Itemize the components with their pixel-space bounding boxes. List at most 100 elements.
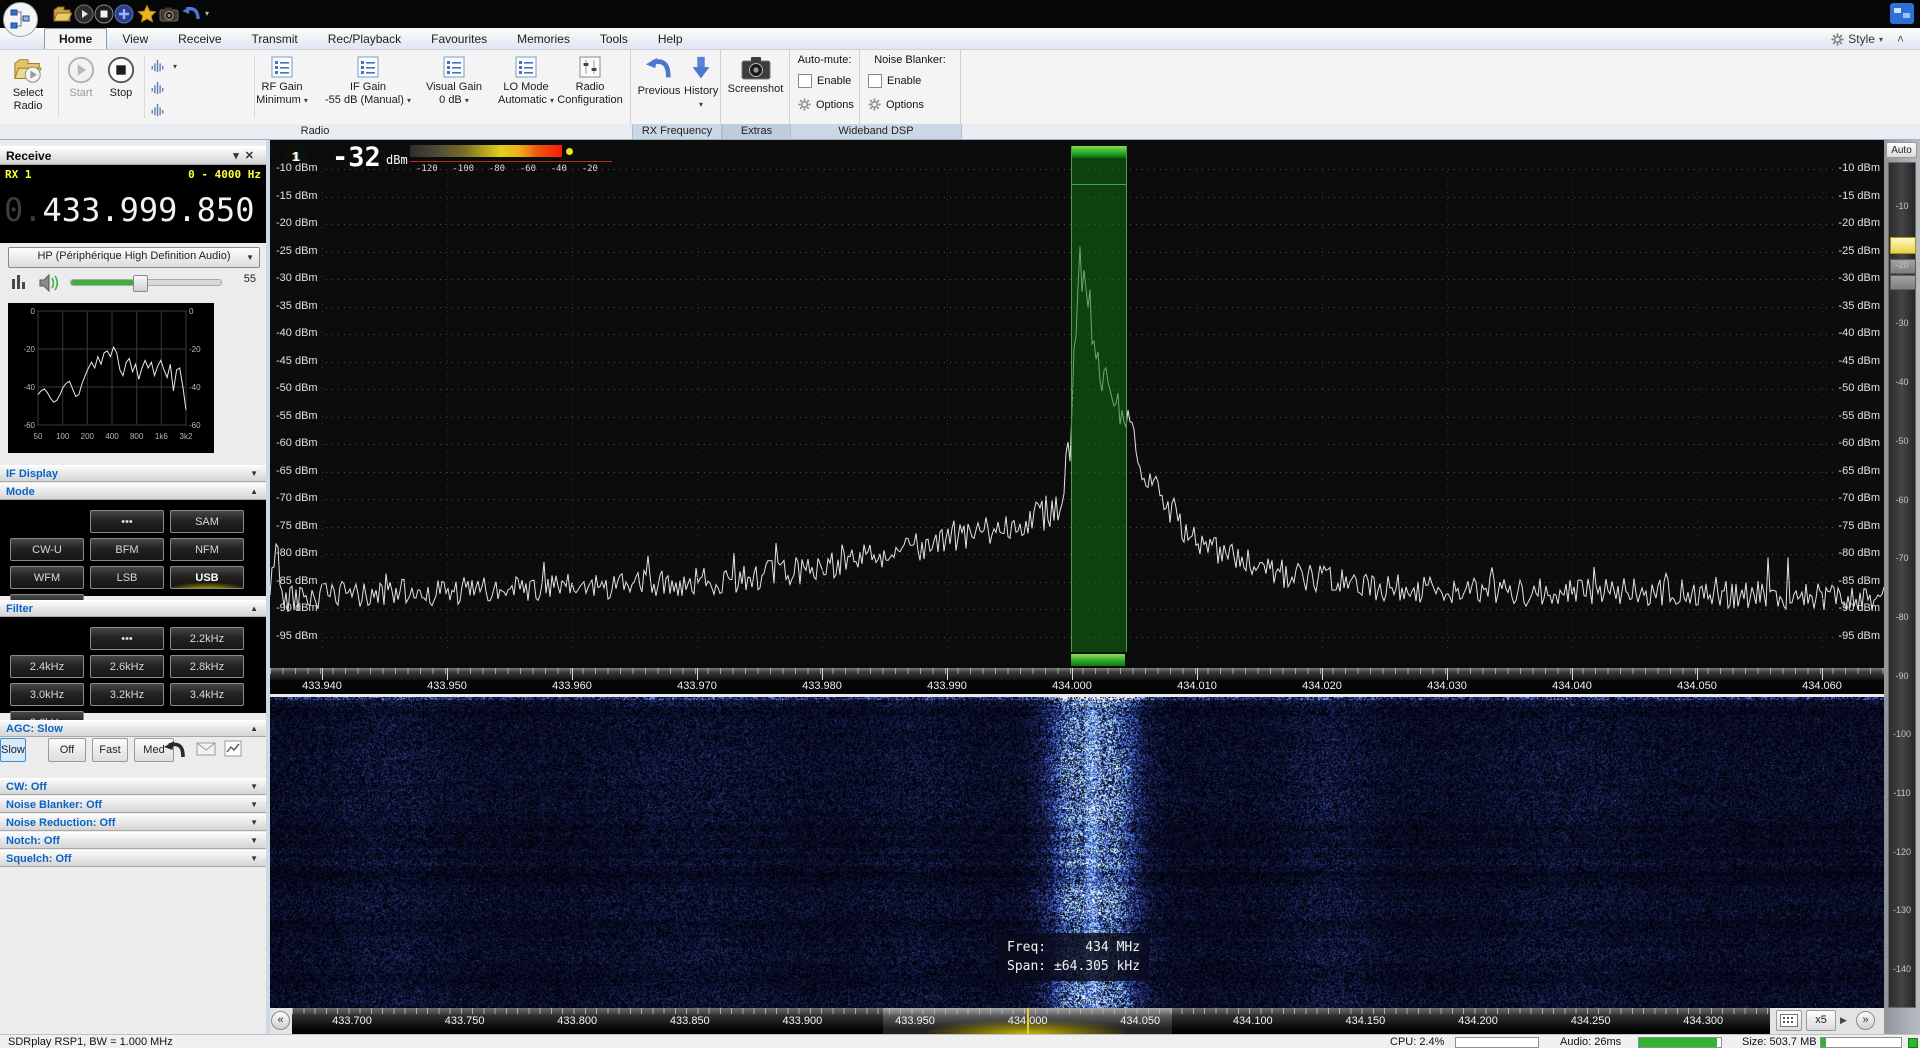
add-icon[interactable] [114, 4, 134, 24]
tuned-frequency[interactable]: 0.433.999.850 [4, 191, 254, 229]
ribbon-tab[interactable]: Tools [585, 28, 643, 49]
app-menu-button[interactable] [3, 2, 38, 37]
close-icon[interactable]: ✕ [245, 150, 260, 162]
filter-button[interactable]: 2.4kHz [10, 655, 84, 678]
filter-button[interactable]: 3.4kHz [170, 683, 244, 706]
navigation-ruler[interactable]: 433.700 433.750 433.800 433.850 433.900 433.9… [292, 1008, 1770, 1034]
ribbon-small-button[interactable] [150, 78, 169, 98]
mode-button[interactable]: USB [170, 566, 244, 589]
filter-button[interactable]: 2.8kHz [170, 655, 244, 678]
noise-blanker-options[interactable]: Options [868, 98, 924, 111]
section-header-notch[interactable]: Notch: Off ▼ [0, 832, 266, 849]
gain-dropdown-button[interactable]: LO Mode Automatic ▾ [494, 52, 558, 120]
mode-button[interactable]: NFM [170, 538, 244, 561]
auto-gain-button[interactable]: Auto [1886, 142, 1917, 158]
quick-access-more-icon[interactable]: ▾ [205, 9, 225, 29]
ribbon-tab[interactable]: Memories [502, 28, 585, 49]
waterfall-display[interactable]: Freq: 434 MHz Span: ±64.305 kHz [270, 697, 1884, 1008]
zoom-factor-button[interactable]: x5 [1806, 1010, 1836, 1031]
mode-button[interactable]: LSB [90, 566, 164, 589]
ribbon-tab[interactable]: View [107, 28, 163, 49]
play-icon[interactable] [74, 4, 94, 24]
scroll-left-button[interactable]: « [271, 1011, 290, 1030]
noise-blanker-enable[interactable]: Enable [868, 74, 921, 88]
db-axis-label-right: -65 dBm [1838, 465, 1880, 477]
ribbon-small-button[interactable] [150, 100, 169, 120]
camera-icon[interactable] [159, 4, 179, 24]
frequency-display[interactable]: RX 1 0 - 4000 Hz 0.433.999.850 [0, 165, 266, 243]
chevron-right-icon[interactable]: ▶ [1840, 1015, 1847, 1026]
agc-button[interactable]: Off [48, 738, 86, 762]
audio-device-select[interactable]: HP (Périphérique High Definition Audio) … [8, 247, 260, 268]
mode-button[interactable]: ••• [90, 510, 164, 533]
mode-button[interactable]: BFM [90, 538, 164, 561]
visual-gain-gauge: Auto -10 -20 -30 -40 -50 -60 -70 -80 -90 -100 -110… [1884, 140, 1920, 1034]
agc-button[interactable]: Slow [0, 738, 26, 762]
start-button[interactable]: Start [62, 52, 100, 120]
stop-icon[interactable] [94, 4, 114, 24]
ribbon-tab[interactable]: Help [643, 28, 698, 49]
filter-button[interactable]: 2.6kHz [90, 655, 164, 678]
nav-frequency-label: 434.000 [1007, 1015, 1048, 1027]
equalizer-icon[interactable] [10, 273, 28, 291]
section-header-noise-blanker[interactable]: Noise Blanker: Off ▼ [0, 796, 266, 813]
filter-button[interactable]: ••• [90, 627, 164, 650]
panel-menu-icon[interactable]: ▾ [233, 150, 245, 162]
scroll-right-button[interactable]: » [1856, 1011, 1875, 1030]
keypad-entry-button[interactable] [1776, 1010, 1802, 1031]
stop-button[interactable]: Stop [102, 52, 140, 120]
gain-dropdown-button[interactable]: Visual Gain 0 dB ▾ [416, 52, 492, 120]
mode-label: Mode [6, 486, 35, 498]
section-header-mode[interactable]: Mode ▲ [0, 483, 266, 500]
receive-panel-header[interactable]: Receive ▾✕ [0, 146, 266, 165]
section-header-cw[interactable]: CW: Off ▼ [0, 778, 266, 795]
open-file-icon[interactable] [52, 4, 72, 24]
mode-button[interactable]: SAM [170, 510, 244, 533]
ribbon-tab[interactable]: Favourites [416, 28, 502, 49]
checkbox-icon[interactable] [868, 74, 882, 88]
ribbon-small-button[interactable]: ▾ [150, 56, 177, 76]
section-header-squelch[interactable]: Squelch: Off ▼ [0, 850, 266, 867]
gauge-thumb[interactable] [1890, 237, 1916, 254]
radio-configuration-button[interactable]: Radio Configuration [552, 52, 628, 120]
gauge-segment[interactable] [1890, 275, 1916, 290]
if-spectrum-plot[interactable]: 1 -32 dBm -120 -100 -80 -60 -40 -20 -10 dBm -1… [270, 140, 1884, 652]
ribbon-tab[interactable]: Rec/Playback [313, 28, 416, 49]
checkbox-icon[interactable] [798, 74, 812, 88]
filter-button[interactable]: 3.0kHz [10, 683, 84, 706]
mode-button[interactable]: WFM [10, 566, 84, 589]
spectrum-frequency-ruler[interactable] [270, 668, 1884, 680]
ribbon-tab[interactable]: Home [44, 28, 108, 49]
speaker-icon[interactable] [38, 273, 60, 293]
collapse-ribbon-icon[interactable]: ˄ [1897, 32, 1904, 46]
mode-button[interactable]: CW-U [10, 538, 84, 561]
automute-enable[interactable]: Enable [798, 74, 851, 88]
ribbon-tab[interactable]: Receive [163, 28, 236, 49]
agc-button[interactable]: Fast [92, 738, 128, 762]
ribbon-tab[interactable]: Transmit [237, 28, 313, 49]
section-header-filter[interactable]: Filter ▲ [0, 600, 266, 617]
filter-button[interactable]: 3.2kHz [90, 683, 164, 706]
automute-options[interactable]: Options [798, 98, 854, 111]
section-header-agc[interactable]: AGC: Slow ▲ [0, 720, 266, 737]
rx-marker-band[interactable] [1071, 146, 1127, 652]
gain-dropdown-button[interactable]: RF Gain Minimum ▾ [244, 52, 320, 120]
history-button[interactable]: History ▾ [684, 52, 718, 120]
volume-slider[interactable] [70, 275, 222, 292]
undo-arrow-icon[interactable] [162, 739, 188, 761]
favourite-star-icon[interactable] [137, 4, 157, 24]
envelope-icon[interactable] [196, 742, 216, 756]
undo-icon[interactable] [180, 4, 200, 24]
volume-thumb[interactable] [133, 275, 148, 292]
previous-button[interactable]: Previous [634, 52, 684, 120]
graph-icon[interactable] [224, 740, 242, 757]
section-header-noise-reduction[interactable]: Noise Reduction: Off ▼ [0, 814, 266, 831]
gauge-tick-label: -10 [1895, 201, 1909, 211]
style-menu[interactable]: Style ▾ ˄ [1831, 32, 1904, 46]
screenshot-button[interactable]: Screenshot [724, 52, 787, 120]
filter-button[interactable]: 2.2kHz [170, 627, 244, 650]
gauge-track[interactable]: -10 -20 -30 -40 -50 -60 -70 -80 -90 -100 -110 -120 -… [1888, 162, 1916, 1008]
section-header-if-display[interactable]: IF Display ▼ [0, 465, 266, 482]
gain-dropdown-button[interactable]: IF Gain -55 dB (Manual) ▾ [322, 52, 414, 120]
select-radio-button[interactable]: Select Radio [4, 52, 52, 120]
